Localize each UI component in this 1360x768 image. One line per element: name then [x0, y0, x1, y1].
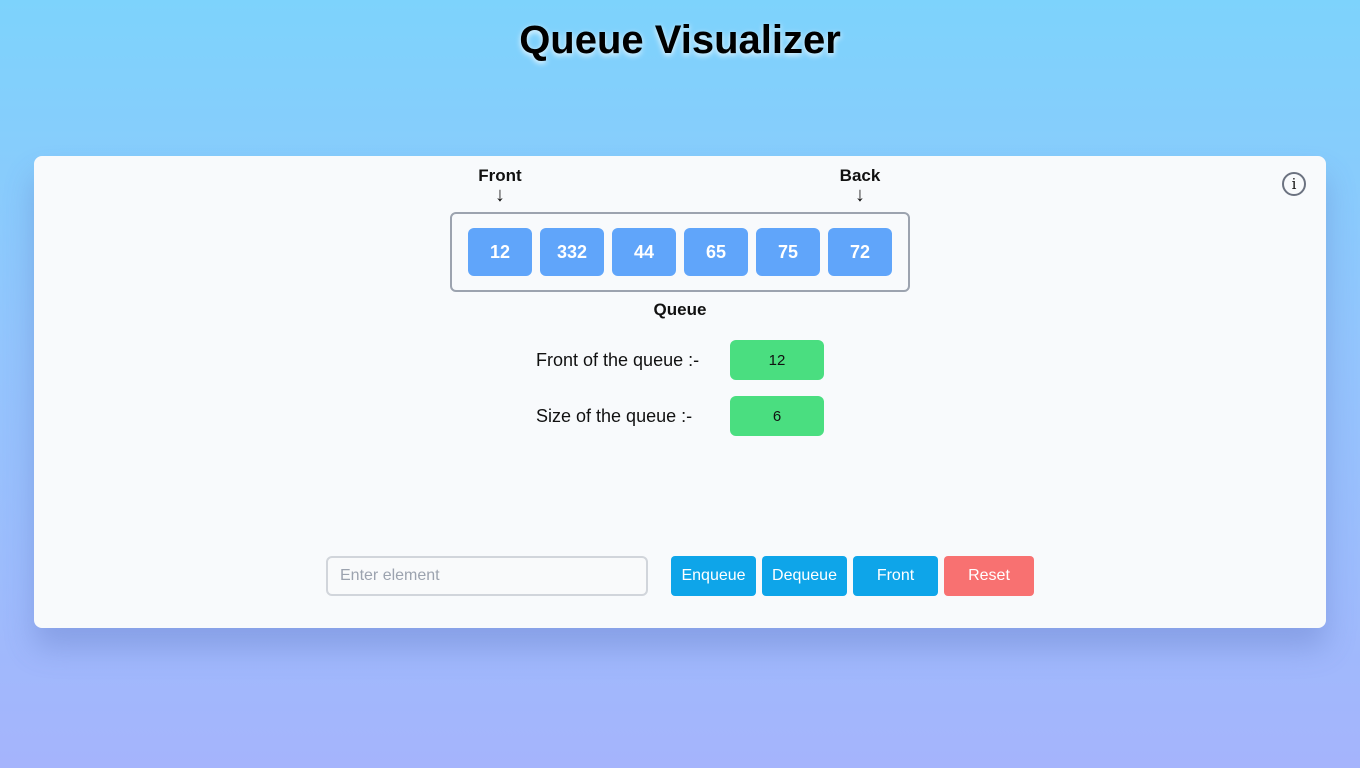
back-pointer-label: Back [839, 166, 881, 185]
dequeue-button[interactable]: Dequeue [762, 556, 847, 596]
front-button[interactable]: Front [853, 556, 938, 596]
queue-element: 75 [756, 228, 820, 276]
page-title: Queue Visualizer [519, 18, 841, 62]
queue-element: 65 [684, 228, 748, 276]
queue-element: 44 [612, 228, 676, 276]
back-pointer: Back ↓ [830, 166, 890, 206]
size-stat-value: 6 [730, 396, 824, 436]
info-icon[interactable]: i [1282, 172, 1306, 196]
front-pointer: Front ↓ [470, 166, 530, 206]
queue-element: 72 [828, 228, 892, 276]
controls-bar: Enqueue Dequeue Front Reset [326, 556, 1040, 596]
reset-button[interactable]: Reset [944, 556, 1034, 596]
queue-caption: Queue [653, 300, 707, 319]
front-stat-value: 12 [730, 340, 824, 380]
front-stat-label: Front of the queue :- [536, 349, 700, 370]
queue-container: 12 332 44 65 75 72 [450, 212, 910, 292]
size-stat-row: Size of the queue :- 6 [536, 396, 824, 436]
queue-element: 332 [540, 228, 604, 276]
front-stat-row: Front of the queue :- 12 [536, 340, 824, 380]
element-input[interactable] [326, 556, 648, 596]
arrow-down-icon: ↓ [495, 184, 505, 206]
arrow-down-icon: ↓ [855, 184, 865, 206]
enqueue-button[interactable]: Enqueue [671, 556, 756, 596]
front-pointer-label: Front [478, 166, 522, 185]
size-stat-label: Size of the queue :- [536, 405, 693, 426]
visualizer-panel: i Front ↓ Back ↓ 12 332 44 65 75 72 Queu… [34, 156, 1326, 628]
queue-element: 12 [468, 228, 532, 276]
